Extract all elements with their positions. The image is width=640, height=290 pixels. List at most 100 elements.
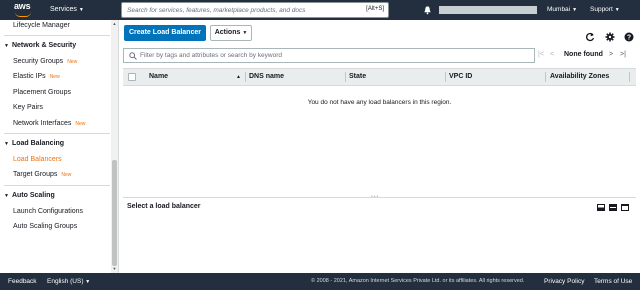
footer-bar: Feedback English (US) ▼ © 2008 - 2021, A…: [0, 273, 640, 290]
sidebar-divider: [4, 35, 110, 36]
sidebar-scrollbar[interactable]: ▲ ▼: [111, 20, 118, 273]
scroll-down-arrow-icon[interactable]: ▼: [112, 266, 117, 271]
filter-search-box[interactable]: [123, 48, 535, 63]
sort-ascending-icon[interactable]: ▲: [236, 69, 241, 85]
sidebar-item-key-pairs[interactable]: Key Pairs: [13, 104, 43, 111]
global-search-box[interactable]: [Alt+S]: [121, 2, 389, 18]
sidebar-navigation: Lifecycle Manager ▼ Network & Security Se…: [0, 20, 119, 273]
layout-bottom-icon[interactable]: [597, 204, 605, 211]
filter-input[interactable]: [140, 52, 520, 59]
sidebar-group-title: Load Balancing: [11, 140, 65, 147]
global-search-input[interactable]: [127, 6, 357, 14]
scrollbar-thumb[interactable]: [112, 160, 117, 266]
column-header-availability-zones[interactable]: Availability Zones: [550, 69, 609, 85]
aws-logo-smile: [15, 12, 31, 17]
copyright-text: © 2008 - 2021, Amazon Internet Services …: [311, 278, 525, 284]
sidebar-item-load-balancers[interactable]: Load Balancers: [13, 156, 62, 163]
sidebar-item-auto-scaling-groups[interactable]: Auto Scaling Groups: [13, 223, 77, 230]
column-header-vpc-id[interactable]: VPC ID: [449, 69, 472, 85]
previous-page-icon[interactable]: <: [550, 51, 554, 58]
layout-split-icon[interactable]: [609, 204, 617, 211]
sidebar-item-label: Lifecycle Manager: [13, 22, 70, 29]
caret-down-icon: ▼: [4, 193, 9, 199]
actions-button[interactable]: Actions ▼: [210, 25, 252, 41]
detail-panel-title: Select a load balancer: [127, 203, 201, 210]
table-header: Name ▲ DNS name State VPC ID Availabilit…: [123, 68, 636, 86]
column-separator[interactable]: [445, 72, 446, 82]
account-name-redacted[interactable]: [439, 6, 537, 14]
support-label: Support: [590, 6, 613, 13]
sidebar-group-load-balancing[interactable]: ▼ Load Balancing: [4, 140, 64, 147]
column-separator[interactable]: [345, 72, 346, 82]
privacy-policy-link[interactable]: Privacy Policy: [544, 273, 584, 290]
services-label: Services: [50, 6, 77, 13]
sidebar-item-lifecycle-manager[interactable]: Lifecycle Manager: [13, 22, 70, 29]
sidebar-item-label: Target Groups: [13, 171, 58, 178]
sidebar-group-title: Network & Security: [11, 42, 77, 49]
split-panel-divider[interactable]: [123, 197, 636, 198]
sidebar-item-target-groups[interactable]: Target Groups New: [13, 171, 71, 178]
layout-full-icon[interactable]: [621, 204, 629, 211]
scroll-up-arrow-icon[interactable]: ▲: [112, 21, 117, 26]
region-label: Mumbai: [547, 6, 571, 13]
sidebar-group-title: Auto Scaling: [11, 192, 55, 199]
new-badge: New: [75, 121, 86, 127]
aws-logo[interactable]: aws: [14, 2, 36, 18]
caret-down-icon: ▼: [614, 7, 620, 13]
sidebar-item-launch-configurations[interactable]: Launch Configurations: [13, 208, 83, 215]
terms-of-use-link[interactable]: Terms of Use: [594, 273, 632, 290]
caret-down-icon: ▼: [572, 7, 578, 13]
actions-label: Actions: [214, 29, 241, 36]
aws-logo-text: aws: [14, 1, 31, 11]
sidebar-group-auto-scaling[interactable]: ▼ Auto Scaling: [4, 192, 55, 199]
column-separator[interactable]: [545, 72, 546, 82]
search-icon: [129, 52, 137, 60]
help-icon[interactable]: ?: [624, 32, 634, 42]
new-badge: New: [67, 59, 78, 65]
column-header-state[interactable]: State: [349, 69, 366, 85]
settings-icon[interactable]: [605, 32, 615, 42]
sidebar-item-label: Load Balancers: [13, 156, 62, 163]
column-header-dns-name[interactable]: DNS name: [249, 69, 284, 85]
svg-text:?: ?: [627, 35, 631, 42]
new-badge: New: [61, 172, 72, 178]
feedback-link[interactable]: Feedback: [8, 273, 37, 290]
bell-icon[interactable]: [423, 5, 432, 15]
new-badge: New: [49, 74, 60, 80]
next-page-icon[interactable]: >: [609, 51, 613, 58]
services-menu-button[interactable]: Services ▼: [50, 0, 84, 20]
sidebar-item-network-interfaces[interactable]: Network Interfaces New: [13, 120, 85, 127]
language-selector[interactable]: English (US) ▼: [47, 273, 90, 290]
pagination-status: None found: [564, 51, 603, 58]
sidebar-item-label: Elastic IPs: [13, 73, 46, 80]
language-label: English (US): [47, 278, 84, 285]
sidebar-divider: [4, 133, 110, 134]
resize-handle-icon[interactable]: •••: [371, 194, 379, 200]
support-menu[interactable]: Support ▼: [590, 0, 620, 20]
sidebar-item-label: Auto Scaling Groups: [13, 223, 78, 230]
sidebar-item-label: Security Groups: [13, 58, 64, 65]
region-selector[interactable]: Mumbai ▼: [547, 0, 577, 20]
caret-down-icon: ▼: [4, 141, 9, 147]
caret-down-icon: ▼: [85, 279, 91, 285]
column-separator[interactable]: [629, 72, 630, 82]
caret-down-icon: ▼: [242, 30, 248, 36]
create-load-balancer-button[interactable]: Create Load Balancer: [124, 25, 206, 41]
sidebar-divider: [4, 185, 110, 186]
select-all-checkbox[interactable]: [128, 73, 136, 81]
last-page-icon[interactable]: >|: [620, 51, 626, 58]
first-page-icon[interactable]: |<: [538, 51, 544, 58]
sidebar-item-elastic-ips[interactable]: Elastic IPs New: [13, 73, 60, 80]
main-content: Create Load Balancer Actions ▼ ? |< < No…: [119, 20, 640, 273]
sidebar-item-label: Network Interfaces: [13, 120, 72, 127]
caret-down-icon: ▼: [4, 43, 9, 49]
column-header-name[interactable]: Name: [149, 69, 168, 85]
sidebar-item-security-groups[interactable]: Security Groups New: [13, 58, 77, 65]
sidebar-group-network-security[interactable]: ▼ Network & Security: [4, 42, 76, 49]
column-separator[interactable]: [245, 72, 246, 82]
sidebar-item-placement-groups[interactable]: Placement Groups: [13, 89, 71, 96]
top-navigation-bar: aws Services▼ [Alt+S] Mumbai▼ Support▼: [0, 0, 640, 20]
sidebar-item-label: Launch Configurations: [13, 208, 84, 215]
refresh-icon[interactable]: [585, 32, 595, 42]
sidebar-item-label: Key Pairs: [13, 104, 43, 111]
